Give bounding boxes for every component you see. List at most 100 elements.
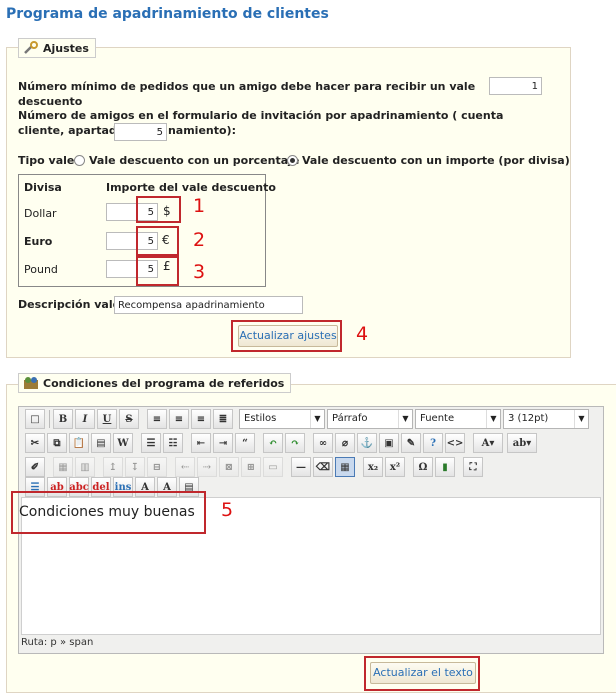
align-right-icon[interactable]: ≡: [191, 409, 211, 429]
currency-name: Pound: [24, 263, 58, 276]
annotation-box-5: [11, 491, 206, 534]
visual-aid-icon[interactable]: ▦: [335, 457, 355, 477]
row-props-icon[interactable]: ▥: [75, 457, 95, 477]
horizontal-rule-icon[interactable]: —: [291, 457, 311, 477]
align-center-icon[interactable]: ≡: [169, 409, 189, 429]
annotation-box-4: [231, 320, 342, 352]
annotation-number-2: 2: [193, 229, 206, 251]
split-cells-icon[interactable]: ⊞: [241, 457, 261, 477]
currency-name: Dollar: [24, 207, 57, 220]
text-color-icon[interactable]: A▾: [473, 433, 503, 453]
cleanup-icon[interactable]: ✎: [401, 433, 421, 453]
table-icon[interactable]: ▦: [53, 457, 73, 477]
toolbar-row-3: ✐ ▦ ▥ ↥ ↧ ⊟ ⇠ ⇢ ⊠ ⊞ ▭ — ⌫ ▦ x₂ x² Ω ▮ ⛶: [21, 457, 603, 479]
amount-header: Importe del vale descuento: [106, 181, 276, 194]
annotation-number-1: 1: [193, 195, 206, 217]
conditions-legend: Condiciones del programa de referidos: [18, 373, 292, 393]
background-color-icon[interactable]: ab▾: [507, 433, 537, 453]
paste-icon[interactable]: 📋: [69, 433, 89, 453]
delete-col-icon[interactable]: ⊠: [219, 457, 239, 477]
insert-row-after-icon[interactable]: ↧: [125, 457, 145, 477]
special-char-icon[interactable]: Ω: [413, 457, 433, 477]
size-select-label: 3 (12pt): [508, 413, 549, 424]
annotation-number-3: 3: [193, 261, 206, 283]
link-icon[interactable]: ∞: [313, 433, 333, 453]
cut-icon[interactable]: ✂: [25, 433, 45, 453]
align-left-icon[interactable]: ≡: [147, 409, 167, 429]
wrench-icon: [23, 41, 39, 55]
toolbar-row-2: ✂ ⧉ 📋 ▤ W ☰ ☷ ⇤ ⇥ “ ↶ ↷ ∞ ⌀ ⚓ ▣ ✎ ? <> A…: [21, 433, 603, 455]
voucher-percent-label: Vale descuento con un porcentaje: [89, 154, 300, 167]
format-select[interactable]: Párrafo ▼: [327, 409, 413, 429]
format-select-label: Párrafo: [332, 413, 368, 424]
description-label: Descripción vale:: [18, 298, 125, 311]
annotation-box-6: [364, 656, 480, 691]
annotation-number-5: 5: [221, 499, 234, 521]
annotation-box-2: [136, 226, 179, 256]
toolbar-row-1: □ B I U S ≡ ≡ ≡ ≣ Estilos ▼ Párrafo ▼ Fuen…: [21, 409, 603, 431]
bold-icon[interactable]: B: [53, 409, 73, 429]
copy-icon[interactable]: ⧉: [47, 433, 67, 453]
paste-word-icon[interactable]: W: [113, 433, 133, 453]
strikethrough-icon[interactable]: S: [119, 409, 139, 429]
delete-row-icon[interactable]: ⊟: [147, 457, 167, 477]
referral-icon: [23, 376, 39, 390]
numbered-list-icon[interactable]: ☷: [163, 433, 183, 453]
voucher-amount-label: Vale descuento con un importe (por divis…: [302, 154, 570, 167]
bullet-list-icon[interactable]: ☰: [141, 433, 161, 453]
italic-icon[interactable]: I: [75, 409, 95, 429]
annotation-box-1: [136, 196, 181, 223]
superscript-icon[interactable]: x²: [385, 457, 405, 477]
undo-icon[interactable]: ↶: [263, 433, 283, 453]
new-document-icon[interactable]: □: [25, 409, 45, 429]
redo-icon[interactable]: ↷: [285, 433, 305, 453]
insert-row-before-icon[interactable]: ↥: [103, 457, 123, 477]
font-select[interactable]: Fuente ▼: [415, 409, 501, 429]
editor-path: Ruta: p » span: [21, 637, 94, 648]
friends-input[interactable]: [114, 123, 167, 141]
chevron-down-icon: ▼: [310, 410, 324, 428]
styles-select-label: Estilos: [244, 413, 277, 424]
remove-format-icon[interactable]: ⌫: [313, 457, 333, 477]
annotation-number-4: 4: [356, 323, 369, 345]
unlink-icon[interactable]: ⌀: [335, 433, 355, 453]
settings-legend-label: Ajustes: [43, 41, 89, 55]
currency-name: Euro: [24, 235, 53, 248]
settings-legend: Ajustes: [18, 38, 96, 58]
subscript-icon[interactable]: x₂: [363, 457, 383, 477]
align-justify-icon[interactable]: ≣: [213, 409, 233, 429]
styles-select[interactable]: Estilos ▼: [239, 409, 325, 429]
font-select-label: Fuente: [420, 413, 455, 424]
chevron-down-icon: ▼: [486, 410, 500, 428]
size-select[interactable]: 3 (12pt) ▼: [503, 409, 589, 429]
toolbar-separator: [49, 410, 50, 428]
annotation-box-3: [136, 256, 179, 286]
template-icon[interactable]: ✐: [25, 457, 45, 477]
chevron-down-icon: ▼: [574, 410, 588, 428]
anchor-icon[interactable]: ⚓: [357, 433, 377, 453]
indent-icon[interactable]: ⇥: [213, 433, 233, 453]
friends-label: Número de amigos en el formulario de inv…: [18, 109, 504, 137]
image-icon[interactable]: ▣: [379, 433, 399, 453]
media-icon[interactable]: ▮: [435, 457, 455, 477]
description-input[interactable]: [114, 296, 303, 314]
outdent-icon[interactable]: ⇤: [191, 433, 211, 453]
underline-icon[interactable]: U: [97, 409, 117, 429]
min-orders-input[interactable]: [489, 77, 542, 95]
min-orders-label: Número mínimo de pedidos que un amigo de…: [18, 80, 476, 108]
voucher-percent-radio[interactable]: [74, 155, 85, 166]
currency-header: Divisa: [24, 181, 62, 194]
blockquote-icon[interactable]: “: [235, 433, 255, 453]
col-before-icon[interactable]: ⇠: [175, 457, 195, 477]
html-icon[interactable]: <>: [445, 433, 465, 453]
conditions-legend-label: Condiciones del programa de referidos: [43, 376, 285, 390]
merge-cells-icon[interactable]: ▭: [263, 457, 283, 477]
help-icon[interactable]: ?: [423, 433, 443, 453]
page-title: Programa de apadrinamiento de clientes: [6, 6, 329, 22]
voucher-amount-radio[interactable]: [287, 155, 298, 166]
chevron-down-icon: ▼: [398, 410, 412, 428]
paste-text-icon[interactable]: ▤: [91, 433, 111, 453]
fullscreen-icon[interactable]: ⛶: [463, 457, 483, 477]
voucher-type-label: Tipo vale:: [18, 154, 79, 167]
col-after-icon[interactable]: ⇢: [197, 457, 217, 477]
